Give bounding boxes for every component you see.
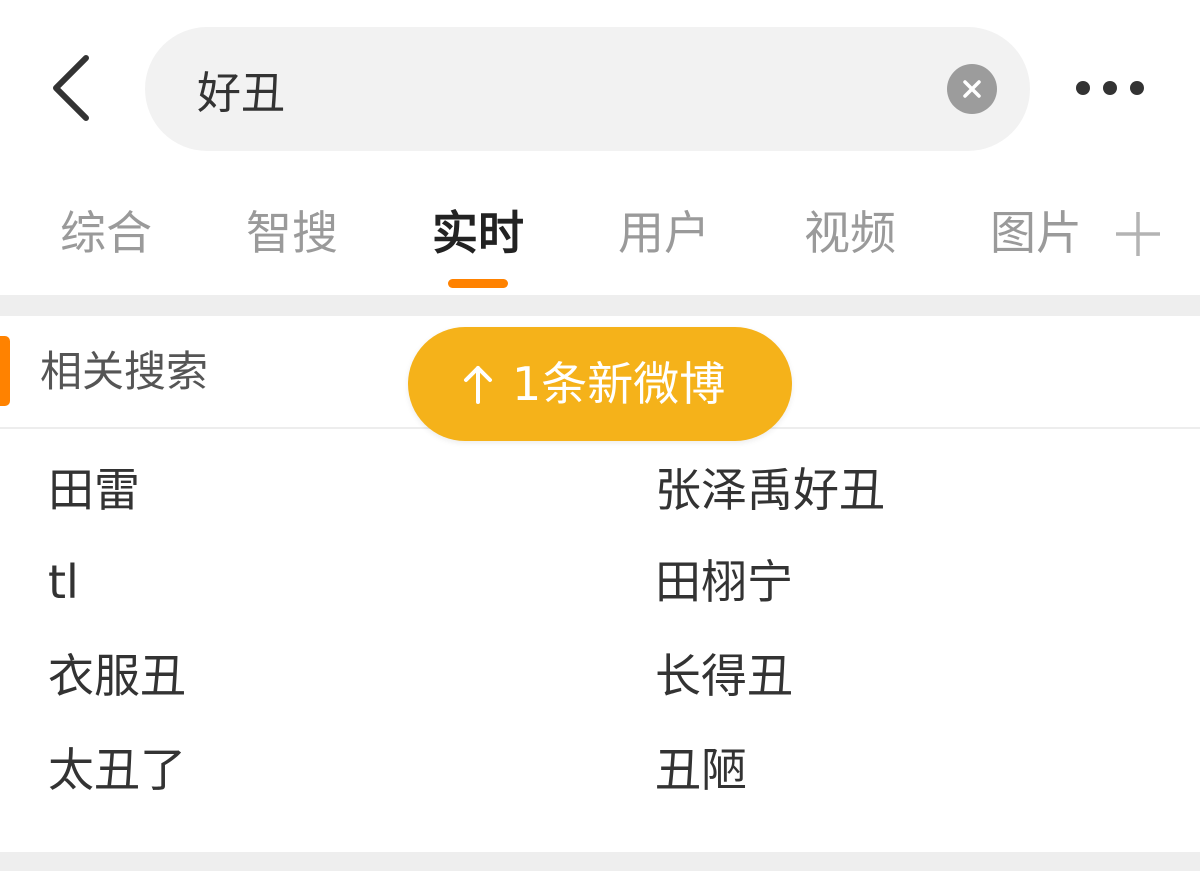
more-dot — [1103, 81, 1117, 95]
related-item[interactable]: 田栩宁 — [655, 552, 793, 612]
related-item[interactable]: 田雷 — [48, 460, 140, 520]
clear-search-button[interactable] — [947, 64, 997, 114]
related-item[interactable]: 长得丑 — [655, 646, 793, 706]
active-tab-indicator — [448, 279, 508, 288]
tab-images[interactable]: 图片 — [990, 203, 1082, 263]
section-marker — [0, 336, 10, 406]
search-input[interactable] — [197, 55, 917, 123]
section-divider — [0, 852, 1200, 871]
clear-icon — [963, 80, 981, 98]
section-divider — [0, 295, 1200, 316]
more-dot — [1130, 81, 1144, 95]
tab-bar: 综合 智搜 实时 用户 视频 图片 — [0, 175, 1200, 295]
tab-smart-search[interactable]: 智搜 — [246, 203, 338, 263]
related-item[interactable]: tl — [48, 552, 79, 612]
search-box[interactable] — [145, 27, 1030, 151]
add-tab-button[interactable] — [1112, 208, 1164, 260]
more-dots-icon — [1076, 81, 1090, 95]
more-options-button[interactable] — [1068, 64, 1152, 112]
related-item[interactable]: 张泽禹好丑 — [655, 460, 885, 520]
related-item[interactable]: 衣服丑 — [48, 646, 186, 706]
arrow-up-icon — [456, 362, 500, 408]
section-title: 相关搜索 — [40, 347, 209, 396]
new-posts-button[interactable]: 1条新微博 — [408, 327, 792, 441]
tab-realtime[interactable]: 实时 — [432, 203, 524, 263]
back-chevron-icon — [53, 55, 89, 121]
tab-videos[interactable]: 视频 — [804, 203, 896, 263]
tab-comprehensive[interactable]: 综合 — [60, 203, 152, 263]
related-item[interactable]: 丑陋 — [655, 740, 747, 800]
back-button[interactable] — [40, 52, 104, 124]
plus-icon — [1116, 212, 1160, 256]
related-item[interactable]: 太丑了 — [48, 740, 186, 800]
new-posts-label: 1条新微博 — [512, 357, 726, 411]
search-header — [0, 0, 1200, 175]
tab-users[interactable]: 用户 — [618, 203, 710, 263]
